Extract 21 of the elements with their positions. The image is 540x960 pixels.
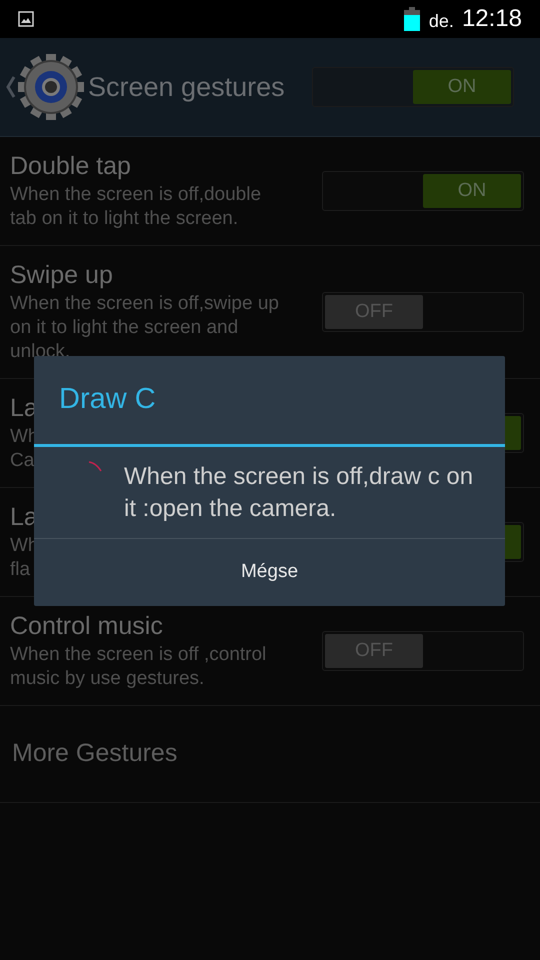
toggle-switch[interactable]: ON bbox=[312, 67, 514, 107]
clock-time: 12:18 bbox=[462, 4, 522, 34]
gesture-title: Double tap bbox=[10, 151, 131, 181]
gear-icon bbox=[16, 52, 86, 122]
toggle-thumb: ON bbox=[413, 70, 511, 104]
cancel-button[interactable]: Mégse bbox=[34, 539, 505, 606]
progress-spinner-icon bbox=[88, 461, 102, 473]
gesture-title: Control music bbox=[10, 611, 163, 641]
toggle-switch[interactable]: ON bbox=[322, 171, 524, 211]
screen-title: Screen gestures bbox=[88, 70, 286, 104]
day-label: de. bbox=[428, 10, 454, 32]
dialog-title: Draw C bbox=[59, 382, 156, 418]
dialog-message: When the screen is off,draw c on it :open the camera. bbox=[124, 462, 474, 524]
image-icon bbox=[18, 11, 34, 27]
gesture-description: When the screen is off ,control music by use gestures. bbox=[10, 643, 266, 691]
back-chevron-icon[interactable] bbox=[6, 76, 16, 98]
toggle-thumb: ON bbox=[423, 174, 521, 208]
more-gestures-item[interactable]: More Gestures bbox=[12, 735, 178, 773]
battery-icon bbox=[404, 7, 420, 31]
gesture-title: Swipe up bbox=[10, 260, 113, 290]
gesture-description: When the screen is off,double tab on it to light the screen. bbox=[10, 183, 262, 231]
